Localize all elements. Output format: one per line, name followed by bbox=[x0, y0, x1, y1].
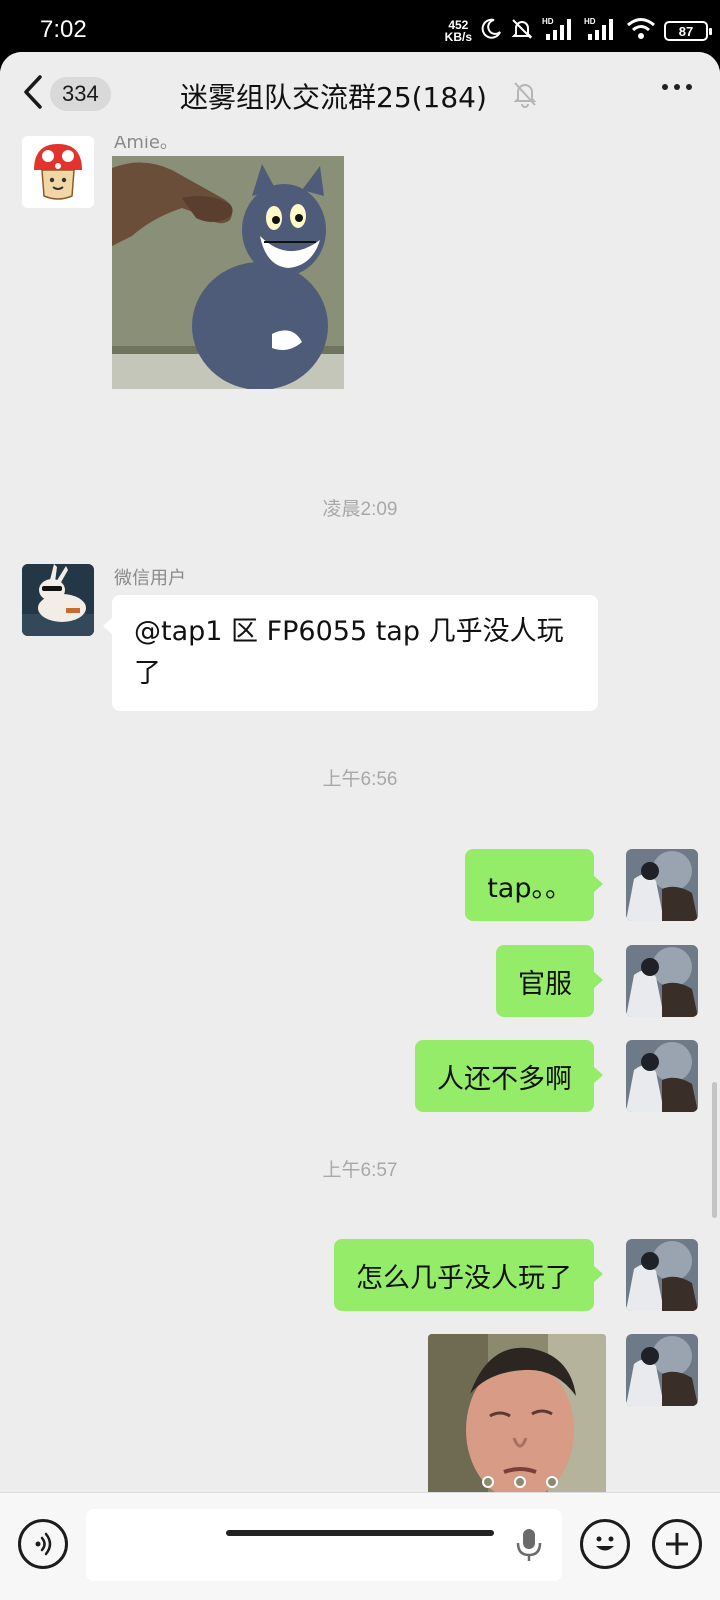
avatar-self[interactable] bbox=[626, 1334, 698, 1406]
timestamp: 凌晨2:09 bbox=[322, 499, 398, 520]
input-bar bbox=[0, 1492, 720, 1600]
status-bar: 7:02 452 KB/s HD HD 87 bbox=[0, 0, 720, 60]
scrollbar[interactable] bbox=[712, 1082, 717, 1218]
avatar-wechat-user[interactable] bbox=[22, 564, 94, 636]
sender-name-wechat-user: 微信用户 bbox=[114, 568, 186, 589]
more-dot bbox=[662, 84, 668, 90]
message-text: 怎么几乎没人玩了 bbox=[356, 1262, 572, 1294]
message-input[interactable] bbox=[86, 1509, 562, 1581]
emoji-icon bbox=[596, 1536, 614, 1551]
plus-button[interactable] bbox=[652, 1519, 702, 1569]
timestamp: 上午6:56 bbox=[322, 769, 398, 790]
message-text: @tap1 区 FP6055 tap 几乎没人玩 bbox=[134, 616, 564, 647]
image-message-face[interactable] bbox=[428, 1334, 606, 1492]
back-arrow-icon bbox=[22, 74, 44, 114]
message-list[interactable]: Amie。 凌晨2:09 微信用户 @tap1 区 FP6055 tap 几乎没… bbox=[0, 136, 720, 1492]
timestamp: 上午6:57 bbox=[322, 1160, 398, 1181]
avatar-self[interactable] bbox=[626, 1239, 698, 1311]
moon-icon bbox=[480, 18, 502, 44]
signal-icon-2: HD bbox=[584, 16, 618, 46]
microphone-icon[interactable] bbox=[516, 1527, 542, 1567]
plus-icon bbox=[666, 1533, 688, 1555]
more-dot bbox=[686, 84, 692, 90]
message-bubble-self[interactable]: 怎么几乎没人玩了 bbox=[334, 1239, 603, 1311]
chat-header: 334 迷雾组队交流群25(184) bbox=[0, 52, 720, 136]
unread-count-badge: 334 bbox=[50, 77, 111, 111]
self-avatar-icon bbox=[626, 849, 698, 921]
sender-name-amie: Amie。 bbox=[114, 136, 178, 153]
message-bubble-self[interactable]: 人还不多啊 bbox=[415, 1040, 603, 1112]
message-bubble-self[interactable]: tap。。 bbox=[465, 849, 603, 921]
mushroom-avatar-icon bbox=[22, 136, 94, 208]
status-icons: 452 KB/s HD HD 87 bbox=[445, 14, 712, 48]
loading-dot bbox=[546, 1476, 558, 1488]
message-text: 了 bbox=[134, 658, 161, 689]
wifi-icon bbox=[626, 17, 656, 45]
chat-screen: 334 迷雾组队交流群25(184) Amie。 凌晨2:09 微信用户 @ta… bbox=[0, 52, 720, 1600]
message-text: 人还不多啊 bbox=[437, 1063, 572, 1095]
self-avatar-icon bbox=[626, 945, 698, 1017]
battery-level: 87 bbox=[678, 23, 694, 39]
net-speed: 452 KB/s bbox=[445, 19, 472, 43]
voice-mode-button[interactable] bbox=[18, 1519, 68, 1569]
rabbit-avatar-icon bbox=[22, 564, 94, 636]
net-speed-unit: KB/s bbox=[444, 30, 472, 44]
status-time: 7:02 bbox=[40, 16, 87, 43]
message-text: tap。。 bbox=[487, 872, 572, 904]
signal-icon-1: HD bbox=[542, 16, 576, 46]
man-face-sticker-icon bbox=[428, 1334, 606, 1492]
bell-off-icon bbox=[510, 17, 534, 45]
avatar-amie[interactable] bbox=[22, 136, 94, 208]
avatar-self[interactable] bbox=[626, 945, 698, 1017]
signal-tag-1: HD bbox=[542, 17, 554, 26]
self-avatar-icon bbox=[626, 1334, 698, 1406]
image-message-cat[interactable] bbox=[112, 156, 344, 389]
avatar-self[interactable] bbox=[626, 1040, 698, 1112]
home-indicator[interactable] bbox=[226, 1530, 494, 1536]
more-dot bbox=[674, 84, 680, 90]
emoji-button[interactable] bbox=[580, 1519, 630, 1569]
message-bubble-self[interactable]: 官服 bbox=[496, 945, 603, 1017]
mute-bell-icon bbox=[512, 80, 538, 112]
chat-title: 迷雾组队交流群25(184) bbox=[180, 81, 487, 114]
loading-dot bbox=[514, 1476, 526, 1488]
loading-dot bbox=[482, 1476, 494, 1488]
self-avatar-icon bbox=[626, 1239, 698, 1311]
message-text: 官服 bbox=[518, 968, 572, 1000]
battery-icon: 87 bbox=[664, 21, 712, 41]
voice-mode-icon bbox=[35, 1532, 52, 1556]
message-bubble[interactable]: @tap1 区 FP6055 tap 几乎没人玩 了 bbox=[103, 595, 598, 711]
signal-tag-2: HD bbox=[584, 17, 596, 26]
loading-dots bbox=[482, 1476, 558, 1488]
back-button[interactable]: 334 bbox=[22, 72, 111, 116]
self-avatar-icon bbox=[626, 1040, 698, 1112]
cat-pointing-sticker-icon bbox=[112, 156, 344, 389]
more-options-button[interactable] bbox=[662, 84, 692, 90]
avatar-self[interactable] bbox=[626, 849, 698, 921]
